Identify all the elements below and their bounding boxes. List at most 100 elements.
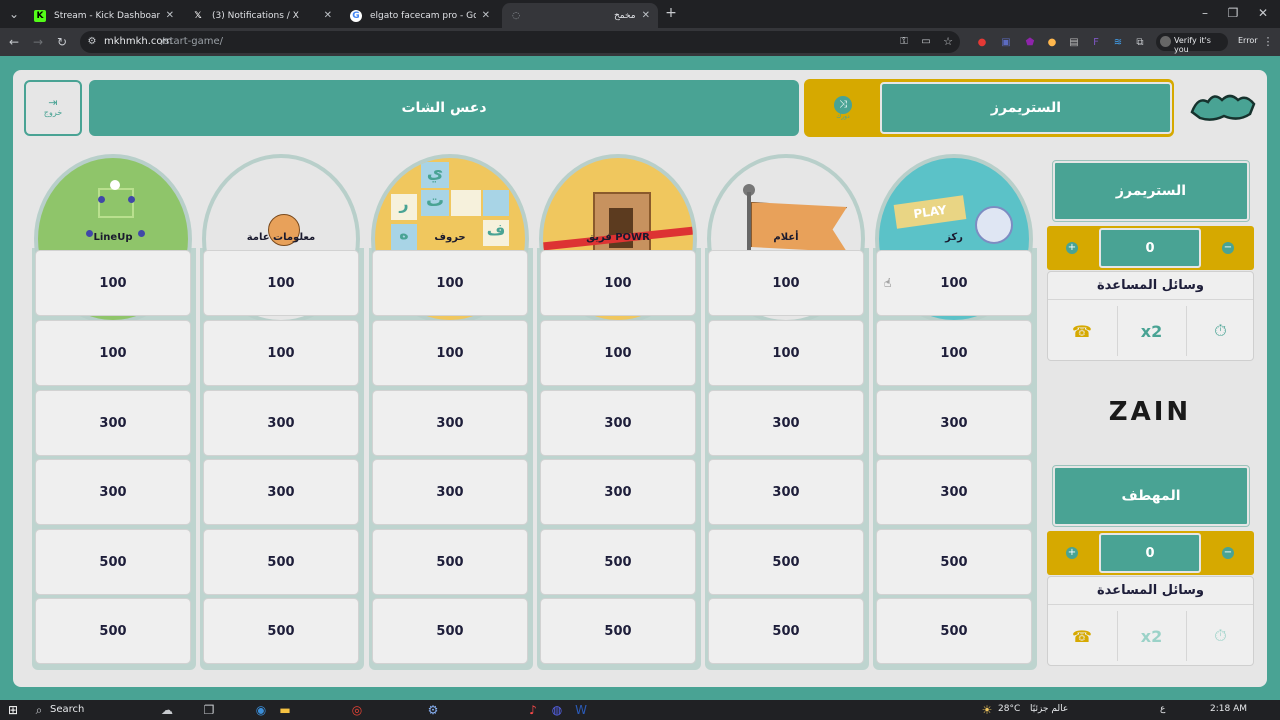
restore-icon[interactable]: ❐ (1226, 6, 1240, 20)
team1-score: 0 (1099, 228, 1201, 268)
discord-icon[interactable]: ◍ (550, 703, 564, 717)
question-cell[interactable]: 500 (203, 529, 359, 595)
bookmark-star-icon[interactable]: ☆ (942, 35, 954, 49)
site-info-icon[interactable]: ⚙ (86, 35, 98, 49)
question-cell[interactable]: 300 (540, 459, 696, 525)
question-cell[interactable]: 300 (35, 459, 191, 525)
question-cell[interactable]: 500 (372, 529, 528, 595)
extension-red-icon[interactable]: ● (976, 36, 988, 50)
double-points-icon[interactable]: x2 (1117, 306, 1185, 356)
question-cell[interactable]: 100 (708, 250, 864, 316)
tab-google-search[interactable]: G elgato facecam pro - Google Search ✕ (342, 3, 498, 28)
extensions-puzzle-icon[interactable]: ⧉ (1134, 36, 1146, 50)
category-team-powr: فريق POWR (537, 154, 699, 324)
question-cell[interactable]: 500 (876, 598, 1032, 664)
question-cell[interactable]: 100 (35, 250, 191, 316)
taskbar-search[interactable]: Search (50, 704, 84, 715)
question-cell[interactable]: 300 (203, 459, 359, 525)
tab-kick-dashboard[interactable]: K Stream - Kick Dashboard ✕ (26, 3, 182, 28)
question-cell[interactable]: 500 (35, 598, 191, 664)
question-cell[interactable]: 300 (372, 390, 528, 456)
new-tab-icon[interactable]: + (664, 6, 678, 20)
question-cell[interactable]: 500 (708, 529, 864, 595)
question-cell[interactable]: 300 (876, 459, 1032, 525)
category-label: أعلام (773, 232, 799, 243)
verify-chip[interactable]: Verify it's you (1156, 33, 1228, 54)
question-cell[interactable]: 300 (35, 390, 191, 456)
exit-button[interactable]: ⇥ خروج (24, 80, 82, 136)
question-cell[interactable]: 300 (876, 390, 1032, 456)
kebab-menu-icon[interactable]: ⋮ (1262, 35, 1274, 49)
question-cell[interactable]: 300 (372, 459, 528, 525)
steam-icon[interactable]: ⚙ (426, 703, 440, 717)
widgets-icon[interactable]: ☁ (160, 703, 174, 717)
chrome-icon[interactable]: ◎ (350, 703, 364, 717)
team2-plus-button[interactable]: + (1066, 547, 1078, 559)
timer-icon[interactable]: ⏱ (1186, 306, 1254, 356)
team2-minus-button[interactable]: − (1222, 547, 1234, 559)
word-icon[interactable]: W (574, 703, 588, 717)
question-cell[interactable]: 100 (372, 250, 528, 316)
close-icon[interactable]: ✕ (166, 10, 174, 21)
question-cell[interactable]: 100 (372, 320, 528, 386)
tab-x-notifications[interactable]: 𝕏 (3) Notifications / X ✕ (184, 3, 340, 28)
edge-icon[interactable]: ◉ (254, 703, 268, 717)
window-close-icon[interactable]: ✕ (1256, 6, 1270, 20)
address-bar[interactable]: ⚙ mkhmkh.com /start-game/ ⚿ ▭ ☆ (80, 31, 960, 53)
call-friend-icon[interactable]: ☎ (1048, 306, 1116, 356)
question-cell[interactable]: 100 (540, 320, 696, 386)
question-cell[interactable]: 500 (540, 598, 696, 664)
extension-wave-icon[interactable]: ≋ (1112, 36, 1124, 50)
extension-calendar-icon[interactable]: ▣ (1000, 36, 1012, 50)
question-cell[interactable]: 100 (35, 320, 191, 386)
close-icon[interactable]: ✕ (642, 10, 650, 21)
forward-icon[interactable]: → (30, 35, 46, 49)
close-icon[interactable]: ✕ (324, 10, 332, 21)
question-cell[interactable]: 100 (708, 320, 864, 386)
extension-avatar-icon[interactable]: ● (1046, 36, 1058, 50)
windows-start-icon[interactable]: ⊞ (6, 703, 20, 717)
double-points-icon[interactable]: x2 (1117, 611, 1185, 661)
file-explorer-icon[interactable]: ▬ (278, 703, 292, 717)
password-key-icon[interactable]: ⚿ (898, 35, 910, 49)
input-language[interactable]: ع (1160, 704, 1165, 714)
question-cell[interactable]: 500 (540, 529, 696, 595)
google-icon: G (350, 9, 362, 22)
question-cell[interactable]: 100 (203, 320, 359, 386)
extension-lock-icon[interactable]: ▤ (1068, 36, 1080, 50)
minimize-icon[interactable]: – (1198, 6, 1212, 20)
tab-mkhmkh[interactable]: ◌ مخمخ ✕ (502, 3, 658, 28)
question-cell[interactable]: 100 (876, 250, 1032, 316)
extension-f-icon[interactable]: F (1090, 36, 1102, 50)
clock-time[interactable]: 2:18 AM (1210, 704, 1247, 714)
question-cell[interactable]: 100 (203, 250, 359, 316)
question-cell[interactable]: 500 (876, 529, 1032, 595)
team1-minus-button[interactable]: − (1222, 242, 1234, 254)
question-cell[interactable]: 100 (540, 250, 696, 316)
team1-plus-button[interactable]: + (1066, 242, 1078, 254)
question-cell[interactable]: 500 (203, 598, 359, 664)
question-cell[interactable]: 300 (203, 390, 359, 456)
call-friend-icon[interactable]: ☎ (1048, 611, 1116, 661)
question-cell[interactable]: 300 (708, 459, 864, 525)
question-cell[interactable]: 500 (708, 598, 864, 664)
extension-shield-icon[interactable]: ⬟ (1024, 36, 1036, 50)
team2-name: المهطف (1052, 465, 1250, 527)
tab-search-chevron-icon[interactable]: ⌄ (8, 7, 20, 21)
task-view-icon[interactable]: ❐ (202, 703, 216, 717)
search-icon[interactable]: ⌕ (32, 703, 46, 717)
question-cell[interactable]: 500 (372, 598, 528, 664)
question-cell[interactable]: 500 (35, 529, 191, 595)
timer-icon[interactable]: ⏱ (1186, 611, 1254, 661)
weather-icon: ☀ (981, 703, 993, 717)
turn-swap-icon[interactable]: ⤨ (834, 96, 852, 114)
question-cell[interactable]: 300 (708, 390, 864, 456)
question-cell[interactable]: 300 (540, 390, 696, 456)
error-label[interactable]: Error (1238, 36, 1258, 45)
close-icon[interactable]: ✕ (482, 10, 490, 21)
tiktok-icon[interactable]: ♪ (526, 703, 540, 717)
question-cell[interactable]: 100 (876, 320, 1032, 386)
reload-icon[interactable]: ↻ (54, 35, 70, 49)
back-icon[interactable]: ← (6, 35, 22, 49)
cast-icon[interactable]: ▭ (920, 35, 932, 49)
